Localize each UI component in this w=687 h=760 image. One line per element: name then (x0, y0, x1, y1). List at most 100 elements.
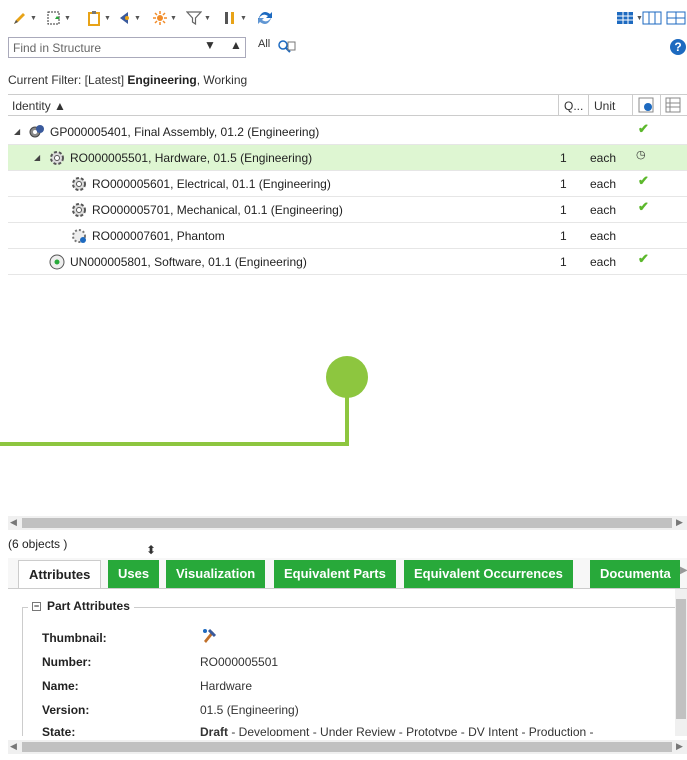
tools-button[interactable]: ▼ (222, 9, 247, 27)
scroll-left-icon[interactable]: ◀ (10, 741, 17, 752)
current-filter: Current Filter: [Latest] Engineering, Wo… (8, 73, 247, 87)
scroll-right-icon[interactable]: ▶ (676, 741, 683, 752)
thumbnail-label: Thumbnail: (42, 631, 107, 645)
table-row[interactable]: UN000005801, Software, 01.1 (Engineering… (8, 249, 687, 275)
column-header-unit[interactable]: Unit (594, 99, 615, 113)
tab-visualization[interactable]: Visualization (166, 560, 266, 588)
row-unit: each (590, 229, 617, 243)
collapse-icon[interactable]: ◢ (14, 127, 20, 136)
toolbar: ▼ ▼ ▼ ▼ ▼ ▼ ▼ ▼ (0, 0, 687, 34)
chevron-down-icon: ▼ (104, 14, 111, 22)
collapse-icon[interactable]: ◢ (34, 153, 40, 162)
phantom-gear-icon (72, 229, 86, 243)
row-quantity: 1 (560, 151, 567, 165)
row-quantity: 1 (560, 177, 567, 191)
sync-button[interactable] (256, 9, 274, 27)
scroll-thumb[interactable] (22, 518, 672, 528)
navigate-icon (120, 12, 129, 24)
table-row[interactable]: RO000005701, Mechanical, 01.1 (Engineeri… (8, 197, 687, 223)
starburst-icon (153, 11, 167, 25)
filter-name: Engineering (127, 73, 197, 87)
filter-prefix: Current Filter: [Latest] (8, 73, 128, 87)
row-unit: each (590, 151, 617, 165)
row-identity[interactable]: GP000005401, Final Assembly, 01.2 (Engin… (50, 125, 319, 139)
column-header-identity[interactable]: Identity ▲ (12, 99, 66, 113)
state-lifecycle: - Development - Under Review - Prototype… (228, 725, 594, 736)
filter-button[interactable]: ▼ (186, 9, 211, 27)
tab-documents[interactable]: Documenta (590, 560, 680, 588)
layout-icon (617, 12, 633, 24)
column-divider[interactable] (660, 95, 661, 115)
row-unit: each (590, 255, 617, 269)
edit-button[interactable]: ▼ (12, 9, 37, 27)
row-quantity: 1 (560, 255, 567, 269)
scroll-right-icon[interactable]: ▶ (676, 517, 683, 528)
callout-dot (326, 356, 368, 398)
number-value: RO000005501 (200, 655, 279, 669)
state-label: State: (42, 725, 76, 736)
collapse-section-icon[interactable]: − (32, 602, 41, 612)
column-divider[interactable] (588, 95, 589, 115)
effectivity-button[interactable]: ▼ (152, 9, 177, 27)
layout-button[interactable]: ▼ (616, 9, 643, 27)
tab-attributes[interactable]: Attributes (18, 560, 102, 588)
attributes-horizontal-scrollbar[interactable]: ◀ ▶ (8, 740, 687, 754)
search-all-button[interactable]: All (258, 38, 270, 50)
row-identity[interactable]: UN000005801, Software, 01.1 (Engineering… (70, 255, 307, 269)
attributes-panel: − Part Attributes Thumbnail: Number: RO00… (8, 588, 687, 736)
grid-icon (666, 11, 686, 25)
pane-resize-handle[interactable]: ⬍ (146, 543, 156, 557)
table-row-selected[interactable]: ◢ RO000005501, Hardware, 01.5 (Engineeri… (8, 145, 687, 171)
thumbnail-image[interactable] (200, 627, 218, 645)
gear-icon (72, 203, 86, 217)
checkmark-icon: ✔ (638, 251, 649, 266)
tab-uses[interactable]: Uses (108, 560, 160, 588)
chevron-down-icon[interactable]: ▼ (204, 38, 216, 52)
chevron-down-icon: ▼ (64, 14, 71, 22)
name-label: Name: (42, 679, 79, 693)
table-row[interactable]: ◢ GP000005401, Final Assembly, 01.2 (Eng… (8, 119, 687, 145)
row-identity[interactable]: RO000005601, Electrical, 01.1 (Engineeri… (92, 177, 331, 191)
columns-icon (642, 11, 662, 25)
table-horizontal-scrollbar[interactable]: ◀ ▶ (8, 516, 687, 530)
structure-table-header: Identity ▲ Q... Unit (8, 94, 687, 116)
software-disc-icon (49, 254, 65, 270)
column-divider[interactable] (632, 95, 633, 115)
status-column-icon[interactable] (638, 97, 654, 113)
help-icon[interactable]: ? (670, 39, 686, 55)
column-header-quantity[interactable]: Q... (564, 99, 583, 113)
insert-button[interactable]: ▼ (46, 9, 71, 27)
gear-icon (50, 151, 64, 165)
table-settings-icon[interactable] (665, 97, 681, 113)
table-row[interactable]: RO000005601, Electrical, 01.1 (Engineeri… (8, 171, 687, 197)
tab-scroll-right-icon[interactable]: ▶ (680, 565, 687, 576)
scroll-thumb[interactable] (676, 599, 686, 719)
scroll-left-icon[interactable]: ◀ (10, 517, 17, 528)
tab-equivalent-occurrences[interactable]: Equivalent Occurrences (404, 560, 573, 588)
chevron-up-icon[interactable]: ▲ (230, 38, 242, 52)
grid-button[interactable] (666, 9, 686, 27)
assembly-icon (29, 125, 44, 138)
section-title: Part Attributes (47, 599, 130, 613)
attributes-vertical-scrollbar[interactable] (675, 589, 687, 736)
row-unit: each (590, 177, 617, 191)
clipboard-button[interactable]: ▼ (86, 9, 111, 27)
part-attributes-header[interactable]: − Part Attributes (28, 599, 134, 613)
table-row[interactable]: RO000007601, Phantom 1 each (8, 223, 687, 249)
tools-icon (225, 12, 234, 24)
row-identity[interactable]: RO000005501, Hardware, 01.5 (Engineering… (70, 151, 312, 165)
chevron-down-icon: ▼ (170, 14, 177, 22)
find-options-icon[interactable] (276, 38, 296, 56)
row-identity[interactable]: RO000005701, Mechanical, 01.1 (Engineeri… (92, 203, 343, 217)
navigate-button[interactable]: ▼ (116, 9, 141, 27)
column-divider[interactable] (558, 95, 559, 115)
sync-icon (258, 12, 272, 24)
columns-button[interactable] (642, 9, 662, 27)
pencil-icon (14, 13, 25, 24)
scroll-thumb[interactable] (22, 742, 672, 752)
row-identity[interactable]: RO000007601, Phantom (92, 229, 225, 243)
detail-tabs: Attributes Uses Visualization Equivalent… (8, 558, 687, 588)
filter-suffix: , Working (196, 73, 248, 87)
row-unit: each (590, 203, 617, 217)
tab-equivalent-parts[interactable]: Equivalent Parts (274, 560, 396, 588)
